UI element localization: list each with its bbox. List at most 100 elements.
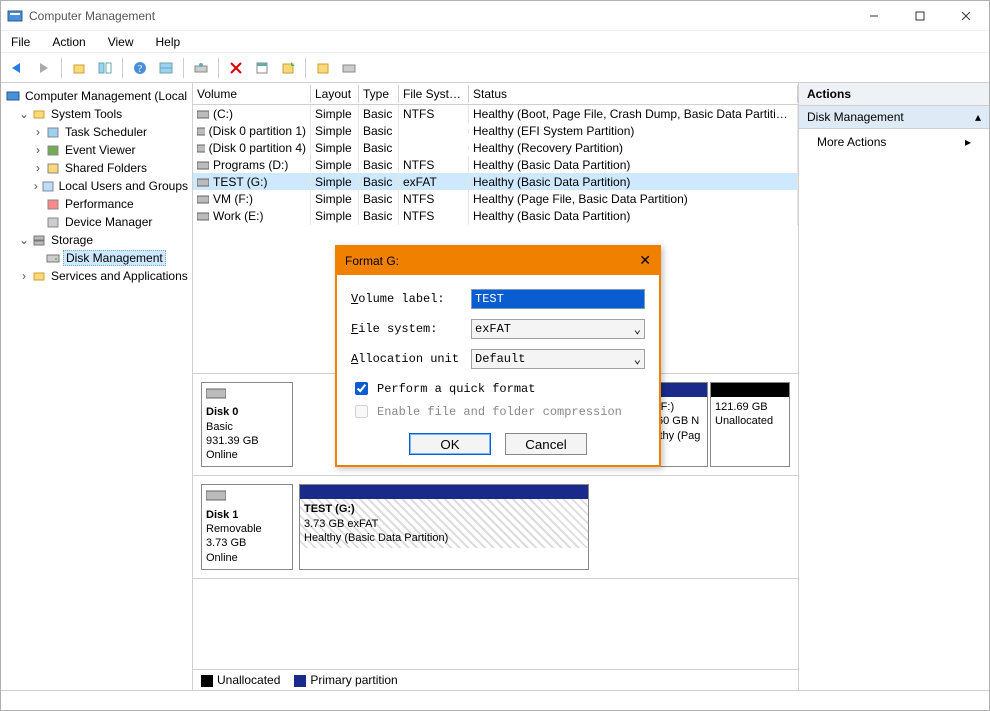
allocation-unit-select[interactable]: Default ⌄: [471, 349, 645, 369]
volume-label-label: Volume label:: [351, 292, 471, 306]
volume-row[interactable]: (Disk 0 partition 1)SimpleBasicHealthy (…: [193, 122, 798, 139]
maximize-button[interactable]: [897, 1, 943, 31]
dialog-close-button[interactable]: ✕: [639, 253, 651, 270]
compression-checkbox: Enable file and folder compression: [351, 402, 645, 421]
view-button-1[interactable]: [94, 57, 116, 79]
item-icon: [45, 215, 61, 229]
nav-tree[interactable]: Computer Management (Local ⌄ System Tool…: [1, 83, 193, 690]
tree-item[interactable]: ›Task Scheduler: [3, 123, 190, 141]
volume-row[interactable]: (Disk 0 partition 4)SimpleBasicHealthy (…: [193, 139, 798, 156]
collapse-icon[interactable]: ⌄: [17, 233, 31, 247]
unallocated-space[interactable]: 121.69 GBUnallocated: [710, 382, 790, 467]
item-icon: [45, 197, 61, 211]
item-icon: [41, 179, 55, 193]
expand-icon[interactable]: ›: [31, 179, 41, 193]
menu-view[interactable]: View: [104, 33, 138, 51]
item-icon: [45, 125, 61, 139]
actions-section[interactable]: Disk Management ▴: [799, 106, 989, 129]
quick-format-checkbox[interactable]: Perform a quick format: [351, 379, 645, 398]
properties-button[interactable]: [251, 57, 273, 79]
item-icon: [45, 161, 61, 175]
app-icon: [7, 8, 23, 24]
tree-storage[interactable]: ⌄ Storage: [3, 231, 190, 249]
expand-icon[interactable]: ›: [31, 125, 45, 139]
computer-icon: [5, 89, 21, 103]
titlebar: Computer Management: [1, 1, 989, 31]
tree-systools[interactable]: ⌄ System Tools: [3, 105, 190, 123]
volume-label-input[interactable]: [471, 289, 645, 309]
action-button-1[interactable]: [277, 57, 299, 79]
legend: Unallocated Primary partition: [193, 669, 798, 690]
window-title: Computer Management: [29, 9, 851, 23]
item-icon: [45, 143, 61, 157]
minimize-button[interactable]: [851, 1, 897, 31]
close-button[interactable]: [943, 1, 989, 31]
tree-item[interactable]: Device Manager: [3, 213, 190, 231]
legend-primary: Primary partition: [294, 673, 397, 687]
chevron-down-icon: ⌄: [634, 322, 641, 337]
filesystem-label: File system:: [351, 322, 471, 336]
dialog-title: Format G:: [345, 254, 399, 268]
tree-diskmgmt[interactable]: Disk Management: [3, 249, 190, 267]
volume-row[interactable]: Work (E:)SimpleBasicNTFSHealthy (Basic D…: [193, 207, 798, 224]
up-button[interactable]: [68, 57, 90, 79]
chevron-down-icon: ⌄: [634, 352, 641, 367]
action-button-2[interactable]: [312, 57, 334, 79]
volume-row[interactable]: VM (F:)SimpleBasicNTFSHealthy (Page File…: [193, 190, 798, 207]
dialog-titlebar[interactable]: Format G: ✕: [337, 247, 659, 275]
tree-root[interactable]: Computer Management (Local: [3, 87, 190, 105]
help-button[interactable]: ?: [129, 57, 151, 79]
volume-row[interactable]: TEST (G:)SimpleBasicexFATHealthy (Basic …: [193, 173, 798, 190]
tree-item[interactable]: ›Local Users and Groups: [3, 177, 190, 195]
view-button-2[interactable]: [155, 57, 177, 79]
actions-header: Actions: [799, 83, 989, 106]
tree-services[interactable]: › Services and Applications: [3, 267, 190, 285]
refresh-button[interactable]: [190, 57, 212, 79]
col-type[interactable]: Type: [359, 85, 399, 103]
ok-button[interactable]: OK: [409, 433, 491, 455]
volume-row[interactable]: (C:)SimpleBasicNTFSHealthy (Boot, Page F…: [193, 105, 798, 122]
collapse-icon[interactable]: ⌄: [17, 107, 31, 121]
col-status[interactable]: Status: [469, 85, 798, 103]
format-dialog: Format G: ✕ Volume label: File system: e…: [335, 245, 661, 467]
actions-pane: Actions Disk Management ▴ More Actions ▸: [799, 83, 989, 690]
menu-action[interactable]: Action: [48, 33, 89, 51]
tree-item[interactable]: ›Shared Folders: [3, 159, 190, 177]
collapse-icon: ▴: [975, 110, 981, 124]
tree-item[interactable]: ›Event Viewer: [3, 141, 190, 159]
menu-file[interactable]: File: [7, 33, 34, 51]
svg-text:?: ?: [138, 64, 143, 75]
col-filesystem[interactable]: File System: [399, 85, 469, 103]
toolbar: ?: [1, 53, 989, 83]
expand-icon[interactable]: ›: [31, 143, 45, 157]
back-button[interactable]: [7, 57, 29, 79]
hdd-icon: [206, 387, 288, 403]
status-strip: [1, 690, 989, 710]
services-icon: [31, 269, 47, 283]
menu-help[interactable]: Help: [152, 33, 185, 51]
legend-unallocated: Unallocated: [201, 673, 280, 687]
action-button-3[interactable]: [338, 57, 360, 79]
filesystem-select[interactable]: exFAT ⌄: [471, 319, 645, 339]
disk-icon: [45, 251, 61, 265]
col-layout[interactable]: Layout: [311, 85, 359, 103]
tools-icon: [31, 107, 47, 121]
tree-item[interactable]: Performance: [3, 195, 190, 213]
forward-button[interactable]: [33, 57, 55, 79]
col-volume[interactable]: Volume: [193, 85, 311, 103]
disk1-map: Disk 1 Removable 3.73 GB Online TEST (G:…: [193, 476, 798, 578]
hdd-icon: [206, 489, 288, 505]
more-actions[interactable]: More Actions ▸: [799, 129, 989, 155]
delete-button[interactable]: [225, 57, 247, 79]
expand-icon[interactable]: ›: [31, 161, 45, 175]
storage-icon: [31, 233, 47, 247]
disk1-header[interactable]: Disk 1 Removable 3.73 GB Online: [201, 484, 293, 569]
expand-icon[interactable]: ›: [17, 269, 31, 283]
allocation-unit-label: Allocation unit: [351, 352, 471, 366]
menubar: File Action View Help: [1, 31, 989, 53]
disk1-partition[interactable]: TEST (G:) 3.73 GB exFAT Healthy (Basic D…: [299, 484, 589, 569]
cancel-button[interactable]: Cancel: [505, 433, 587, 455]
volume-row[interactable]: Programs (D:)SimpleBasicNTFSHealthy (Bas…: [193, 156, 798, 173]
disk0-header[interactable]: Disk 0 Basic 931.39 GB Online: [201, 382, 293, 467]
volume-list-header[interactable]: Volume Layout Type File System Status: [193, 83, 798, 105]
